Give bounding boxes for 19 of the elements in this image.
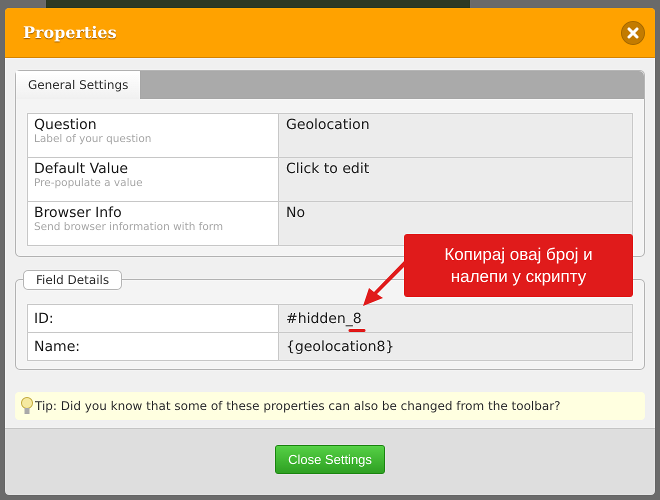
callout: Копирај овај број и налепи у скрипту (404, 234, 633, 297)
value-cell[interactable]: Geolocation (279, 114, 632, 157)
field-value: #hidden_8 (286, 310, 362, 326)
tip-text: Tip: Did you know that some of these properties can also be changed from the toolbar? (35, 398, 561, 415)
setting-label: Question (34, 117, 98, 133)
setting-hint: Label of your question (34, 133, 152, 145)
close-icon[interactable] (621, 20, 645, 44)
setting-label: Browser Info (34, 205, 123, 221)
lightbulb-icon (21, 396, 33, 416)
setting-hint: Send browser information with form (34, 221, 224, 233)
value-cell[interactable]: Click to edit (279, 158, 632, 201)
dialog-title: Properties (23, 23, 117, 42)
setting-label: Default Value (34, 161, 130, 177)
label-cell: Name: (28, 333, 279, 360)
settings-tab[interactable]: General Settings (16, 71, 140, 99)
setting-hint: Pre-populate a value (34, 177, 144, 189)
panel-legend: Field Details (23, 270, 122, 290)
field-value: {geolocation8} (286, 338, 394, 354)
label-cell: ID: (28, 305, 279, 332)
